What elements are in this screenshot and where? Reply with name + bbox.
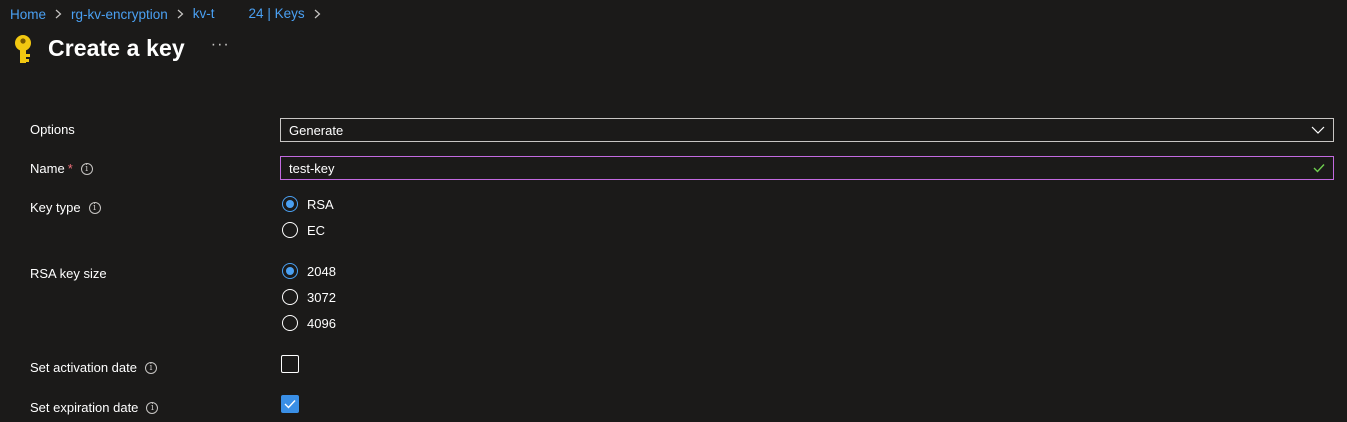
options-label: Options	[30, 122, 75, 137]
info-icon[interactable]: i	[88, 201, 101, 214]
key-type-label: Key type i	[30, 200, 101, 215]
radio-label: 4096	[307, 315, 336, 331]
chevron-right-icon	[177, 9, 184, 19]
radio-label: RSA	[307, 196, 334, 212]
radio-checked-icon	[282, 196, 298, 212]
info-icon[interactable]: i	[146, 401, 159, 414]
rsa-key-size-radio-4096[interactable]: 4096	[282, 315, 336, 331]
radio-unchecked-icon	[282, 315, 298, 331]
checkmark-icon	[284, 399, 296, 409]
key-icon	[12, 34, 34, 66]
more-options-button[interactable]: ···	[211, 36, 230, 54]
key-type-label-text: Key type	[30, 200, 81, 215]
name-input[interactable]	[289, 160, 1333, 176]
radio-unchecked-icon	[282, 222, 298, 238]
radio-label: 3072	[307, 289, 336, 305]
page-title: Create a key	[48, 34, 185, 61]
rsa-key-size-radio-2048[interactable]: 2048	[282, 263, 336, 279]
breadcrumb-key-vault-suffix: 24 | Keys	[248, 6, 305, 22]
expiration-date-label-text: Set expiration date	[30, 400, 139, 415]
breadcrumb-home[interactable]: Home	[10, 7, 46, 22]
name-label-text: Name	[30, 161, 65, 176]
info-icon[interactable]: i	[80, 162, 93, 175]
chevron-down-icon	[1311, 126, 1325, 134]
rsa-key-size-label-text: RSA key size	[30, 266, 107, 281]
radio-label: 2048	[307, 263, 336, 279]
breadcrumb-resource-group[interactable]: rg-kv-encryption	[71, 7, 168, 22]
options-dropdown[interactable]: Generate	[280, 118, 1334, 142]
key-type-radio-rsa[interactable]: RSA	[282, 196, 334, 212]
chevron-right-icon	[314, 9, 321, 19]
activation-date-label-text: Set activation date	[30, 360, 137, 375]
chevron-right-icon	[55, 9, 62, 19]
expiration-date-checkbox[interactable]	[281, 395, 299, 413]
rsa-key-size-radio-3072[interactable]: 3072	[282, 289, 336, 305]
redacted-area	[214, 7, 249, 22]
radio-label: EC	[307, 222, 326, 238]
rsa-key-size-label: RSA key size	[30, 266, 107, 281]
name-field[interactable]	[280, 156, 1334, 180]
expiration-date-label: Set expiration date i	[30, 400, 159, 415]
info-icon[interactable]: i	[144, 361, 157, 374]
breadcrumb: Home rg-kv-encryption kv-t 24 | Keys	[10, 5, 330, 23]
page-header: Create a key ···	[12, 33, 230, 63]
breadcrumb-key-vault[interactable]: kv-t 24 | Keys	[192, 6, 305, 22]
radio-unchecked-icon	[282, 289, 298, 305]
required-indicator: *	[67, 161, 73, 176]
activation-date-checkbox[interactable]	[281, 355, 299, 373]
options-selected-value: Generate	[289, 122, 344, 138]
options-label-text: Options	[30, 122, 75, 137]
checkmark-icon	[1313, 163, 1325, 173]
name-label: Name * i	[30, 161, 93, 176]
radio-checked-icon	[282, 263, 298, 279]
key-type-radio-ec[interactable]: EC	[282, 222, 325, 238]
activation-date-label: Set activation date i	[30, 360, 157, 375]
breadcrumb-key-vault-prefix: kv-t	[192, 6, 215, 22]
